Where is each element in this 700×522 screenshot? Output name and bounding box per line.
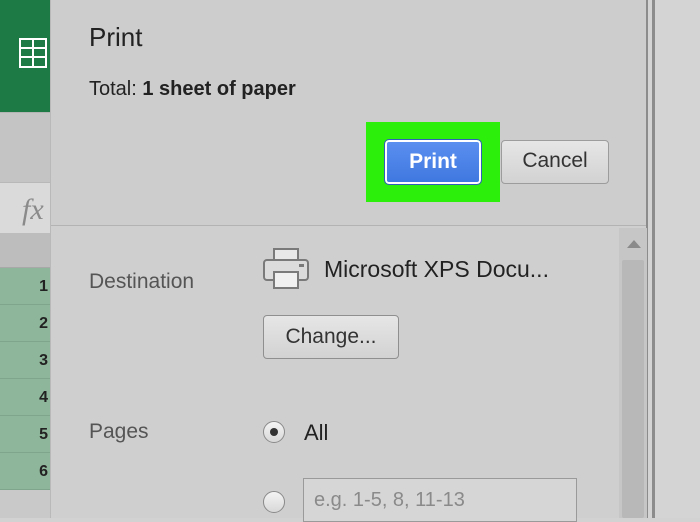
column-header-strip xyxy=(0,233,52,268)
print-button[interactable]: Print xyxy=(384,139,482,185)
print-dialog: Print Total: 1 sheet of paper Print Canc… xyxy=(50,0,648,522)
scroll-up-arrow-icon[interactable] xyxy=(627,240,641,248)
right-background xyxy=(648,0,700,518)
dialog-title: Print xyxy=(89,22,143,52)
cancel-button[interactable]: Cancel xyxy=(501,140,609,184)
pages-label: Pages xyxy=(89,420,149,443)
row-header[interactable]: 6 xyxy=(0,453,52,490)
formula-bar: fx xyxy=(0,182,52,234)
window-edge xyxy=(652,0,655,518)
pages-custom-radio[interactable] xyxy=(263,491,285,513)
total-label: Total: xyxy=(89,78,137,100)
row-header[interactable]: 2 xyxy=(0,305,52,342)
row-header[interactable]: 4 xyxy=(0,379,52,416)
destination-label: Destination xyxy=(89,270,195,293)
pages-range-input[interactable] xyxy=(303,478,577,522)
row-headers: 1 2 3 4 5 6 xyxy=(0,268,52,490)
dialog-scrollbar[interactable] xyxy=(619,228,647,518)
change-destination-button[interactable]: Change... xyxy=(263,315,399,359)
scroll-thumb[interactable] xyxy=(622,260,644,518)
toolbar-strip xyxy=(0,112,52,183)
row-header[interactable]: 5 xyxy=(0,416,52,453)
pages-all-label[interactable]: All xyxy=(304,420,328,446)
print-dialog-header: Print Total: 1 sheet of paper Print Canc… xyxy=(51,0,646,226)
pages-all-radio[interactable] xyxy=(263,421,285,443)
row-header[interactable]: 3 xyxy=(0,342,52,379)
formula-fx-label[interactable]: fx xyxy=(22,193,44,227)
row-header[interactable]: 1 xyxy=(0,268,52,305)
printer-icon xyxy=(263,248,309,289)
spreadsheet-grid-icon[interactable] xyxy=(19,38,47,68)
total-value: 1 sheet of paper xyxy=(142,78,296,100)
destination-printer-name: Microsoft XPS Docu... xyxy=(324,256,549,282)
spreadsheet-background: fx 1 2 3 4 5 6 xyxy=(0,0,52,518)
total-sheets-text: Total: 1 sheet of paper xyxy=(89,78,296,101)
ribbon-bar xyxy=(0,0,52,112)
